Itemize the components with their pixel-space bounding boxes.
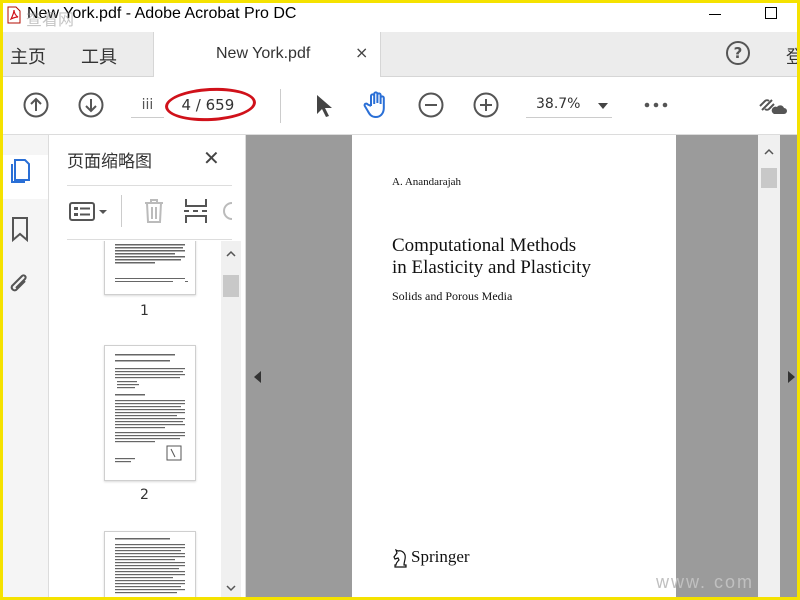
thumbnail-label: 2 <box>140 487 149 503</box>
toolbar: iii 4 / 659 38.7% <box>0 77 800 135</box>
zoom-value: 38.7% <box>536 96 581 112</box>
menu-home[interactable]: 主页 <box>10 43 46 69</box>
tab-close-icon[interactable]: × <box>355 43 368 62</box>
rotate-icon[interactable] <box>223 197 233 225</box>
bookmark-icon[interactable] <box>8 215 32 243</box>
panel-tools-divider <box>121 195 122 227</box>
scrollbar-thumb[interactable] <box>761 168 777 188</box>
help-icon[interactable]: ? <box>726 41 750 65</box>
minus-circle-icon[interactable] <box>418 92 444 118</box>
arrow-down-circle-icon[interactable] <box>78 92 104 118</box>
page-thumbnail[interactable] <box>104 531 196 600</box>
thumbnail-options-icon[interactable] <box>69 201 111 223</box>
minimize-button[interactable] <box>702 2 728 26</box>
red-highlight-annotation <box>164 85 257 124</box>
scroll-down-icon[interactable] <box>226 583 236 593</box>
zoom-dropdown[interactable]: 38.7% <box>526 93 612 118</box>
page-label-field[interactable]: iii <box>131 93 164 118</box>
navigation-rail <box>0 135 49 600</box>
panel-title: 页面缩略图 <box>67 152 152 172</box>
page-thumbnail[interactable] <box>104 241 196 295</box>
collapse-left-panel-icon[interactable] <box>254 371 261 383</box>
document-page[interactable]: A. Anandarajah Computational Methods in … <box>352 135 676 600</box>
publisher-logo: Springer <box>392 547 470 568</box>
attachment-icon[interactable] <box>8 271 32 299</box>
watermark-top: 查看网 <box>26 10 75 29</box>
scroll-up-icon[interactable] <box>226 249 236 259</box>
panel-close-icon[interactable]: ✕ <box>203 146 220 170</box>
scroll-up-icon[interactable] <box>764 147 774 157</box>
login-button[interactable]: 登 <box>786 43 800 69</box>
springer-knight-icon <box>393 548 407 568</box>
panel-divider <box>67 185 232 186</box>
document-tab-label: New York.pdf <box>216 45 311 62</box>
book-subtitle: Solids and Porous Media <box>392 289 513 303</box>
chevron-down-icon <box>598 103 608 109</box>
book-author: A. Anandarajah <box>392 176 462 188</box>
toolbar-divider <box>280 89 281 123</box>
publisher-name: Springer <box>411 547 470 566</box>
cursor-arrow-icon[interactable] <box>309 92 335 118</box>
page-thumbnail[interactable] <box>104 345 196 481</box>
page-thumbnails-icon[interactable] <box>8 157 32 185</box>
thumbnail-label: 1 <box>140 303 149 319</box>
scrollbar-thumb[interactable] <box>223 275 239 297</box>
thumbnail-scrollbar[interactable] <box>221 241 241 600</box>
thumbnail-panel: 页面缩略图 ✕ 1 2 <box>49 135 246 600</box>
trash-icon[interactable] <box>142 197 166 225</box>
title-bar: New York.pdf - Adobe Acrobat Pro DC <box>0 0 800 30</box>
document-tab[interactable]: New York.pdf × <box>153 32 381 77</box>
insert-page-icon[interactable] <box>183 197 209 225</box>
book-title-line-2: in Elasticity and Plasticity <box>392 257 591 278</box>
document-scrollbar[interactable] <box>758 135 780 600</box>
arrow-up-circle-icon[interactable] <box>23 92 49 118</box>
thumbnail-list: 1 2 <box>67 241 222 600</box>
plus-circle-icon[interactable] <box>473 92 499 118</box>
menu-tools[interactable]: 工具 <box>81 43 117 69</box>
document-viewer[interactable]: A. Anandarajah Computational Methods in … <box>246 135 800 600</box>
collapse-right-panel-icon[interactable] <box>788 371 795 383</box>
hand-icon[interactable] <box>362 90 390 120</box>
book-title-line-1: Computational Methods <box>392 235 577 256</box>
ellipsis-icon[interactable] <box>643 92 669 118</box>
menu-tab-bar: 主页 工具 New York.pdf × ? 登 <box>0 32 800 77</box>
maximize-button[interactable] <box>758 2 784 26</box>
cloud-link-icon[interactable] <box>756 92 788 118</box>
panel-divider <box>67 239 232 240</box>
watermark-bottom: www. com <box>656 572 755 592</box>
book-title: Computational Methods in Elasticity and … <box>392 235 662 279</box>
acrobat-app-icon <box>7 6 21 24</box>
